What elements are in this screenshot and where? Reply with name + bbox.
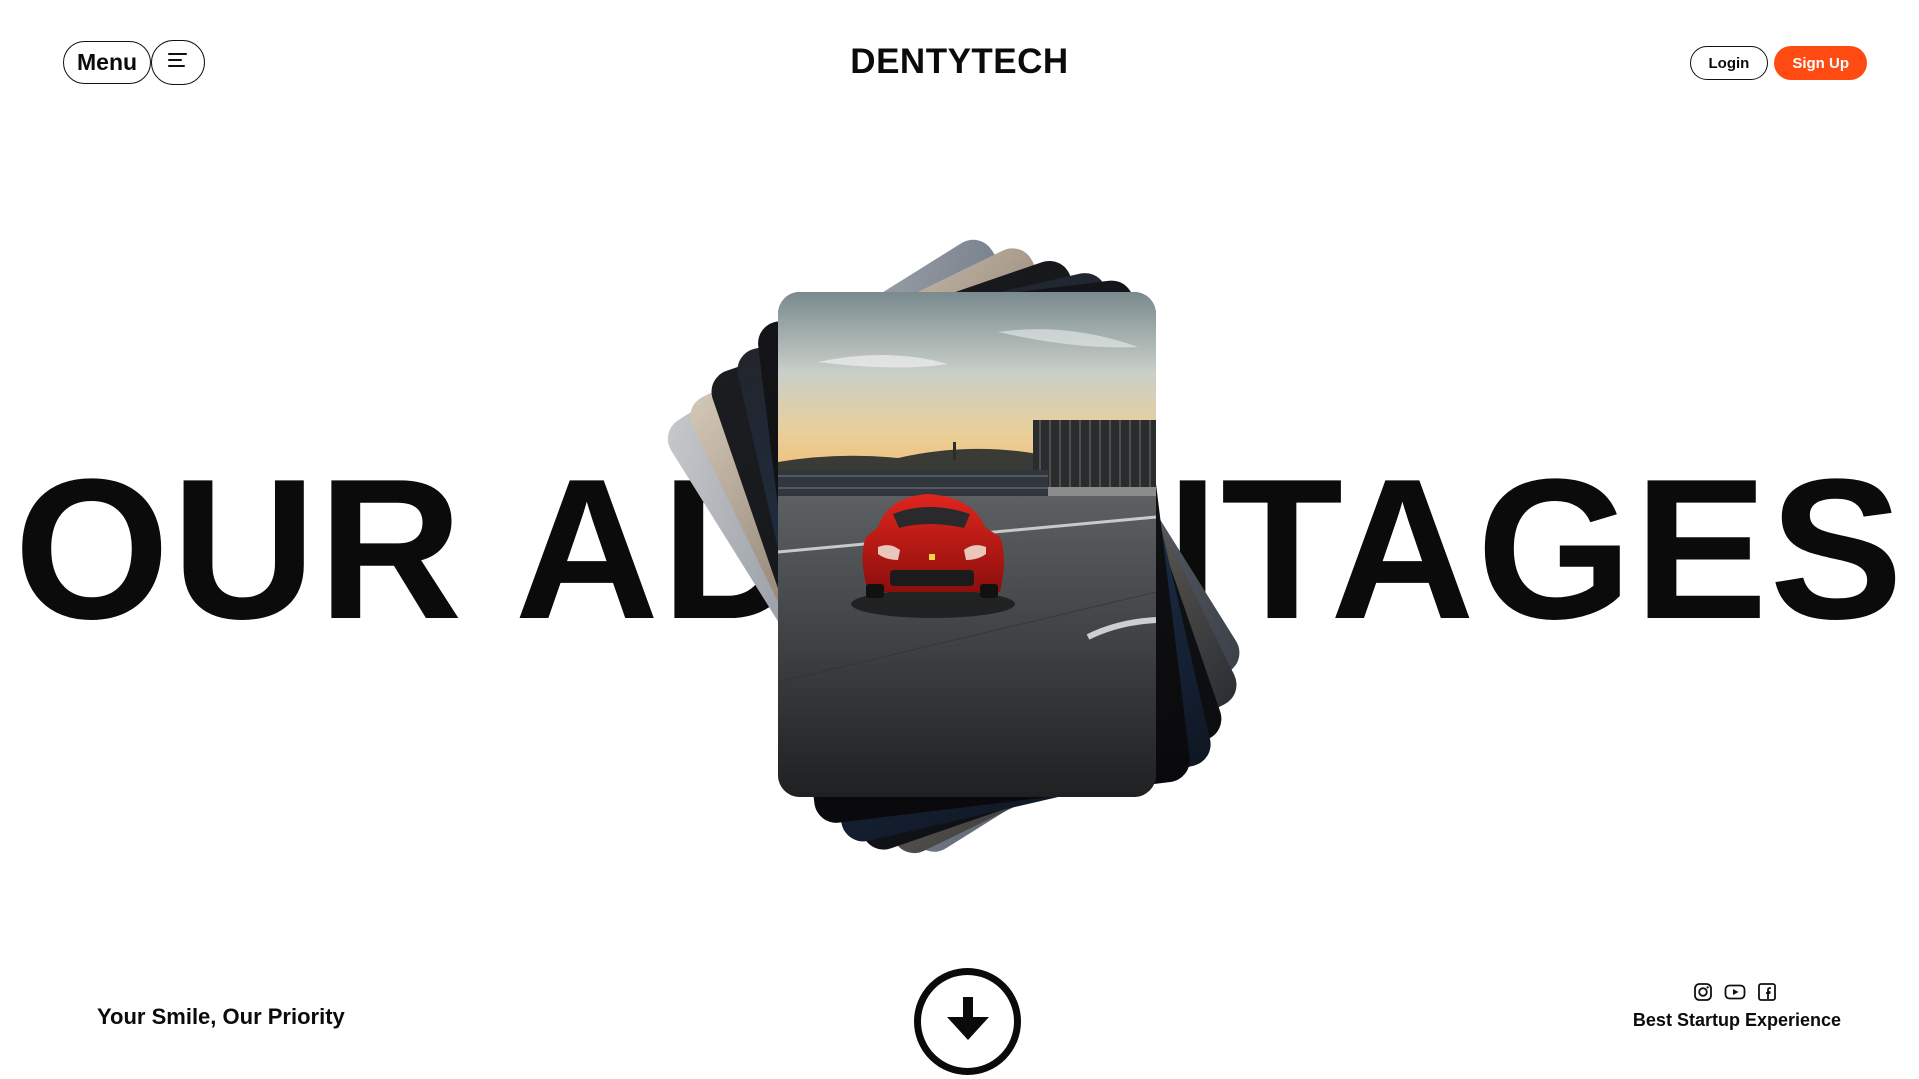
tagline: Your Smile, Our Priority [97,1004,345,1029]
landing-page: Menu DENTYTECH Login Sign Up OUR ADVANTA… [0,0,1919,1079]
image-card-stack[interactable] [659,231,1248,861]
social-links [1692,981,1778,1003]
brand-logo-text[interactable]: DENTYTECH [0,42,1919,82]
youtube-icon[interactable] [1724,981,1746,1003]
signup-button[interactable]: Sign Up [1774,46,1867,80]
login-button[interactable]: Login [1689,46,1769,80]
auth-group: Login Sign Up [1689,46,1867,80]
scroll-down-button[interactable] [914,968,1021,1075]
signup-label: Sign Up [1792,54,1849,72]
instagram-icon[interactable] [1692,981,1714,1003]
arrow-down-icon [945,995,991,1048]
front-image-card[interactable] [778,292,1156,797]
red-sports-car-photo [778,292,1156,797]
login-label: Login [1708,54,1750,72]
facebook-icon[interactable] [1756,981,1778,1003]
experience-text: Best Startup Experience [1632,1010,1841,1030]
